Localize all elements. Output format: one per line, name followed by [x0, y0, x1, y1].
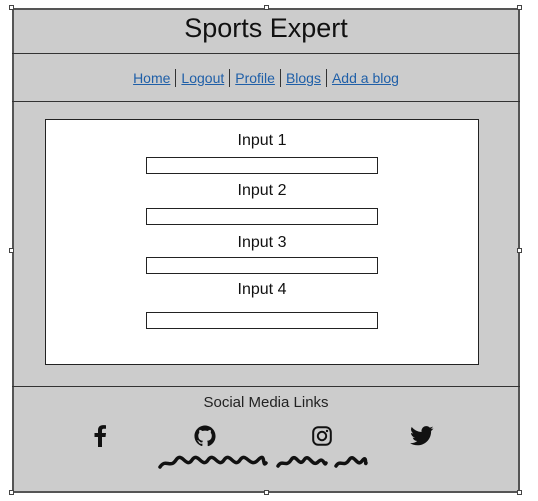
input-2-label: Input 2 [237, 182, 287, 199]
page-title: Sports Expert [184, 13, 348, 43]
input-4-label: Input 4 [237, 281, 287, 298]
github-icon[interactable] [191, 423, 219, 449]
header-divider [12, 53, 520, 54]
nav-bar: Home Logout Profile Blogs Add a blog [12, 69, 520, 87]
form-panel: Input 1 Input 2 Input 3 Input 4 [45, 119, 479, 365]
input-3-field[interactable] [146, 257, 378, 274]
nav-link-add-blog[interactable]: Add a blog [327, 70, 404, 86]
nav-link-profile[interactable]: Profile [230, 70, 280, 86]
instagram-icon[interactable] [308, 423, 336, 449]
nav-link-blogs[interactable]: Blogs [281, 70, 326, 86]
resize-handle-bottom-left[interactable] [9, 490, 14, 495]
input-1-field[interactable] [146, 157, 378, 174]
footer-divider [12, 386, 520, 387]
nav-divider [12, 101, 520, 102]
facebook-icon[interactable] [86, 423, 114, 449]
resize-handle-middle-right[interactable] [517, 248, 522, 253]
twitter-icon[interactable] [408, 423, 436, 449]
input-3-label: Input 3 [237, 234, 287, 251]
input-2-field[interactable] [146, 208, 378, 225]
resize-handle-bottom-center[interactable] [264, 490, 269, 495]
resize-handle-middle-left[interactable] [9, 248, 14, 253]
input-1-label: Input 1 [237, 132, 287, 149]
input-4-field[interactable] [146, 312, 378, 329]
resize-handle-bottom-right[interactable] [517, 490, 522, 495]
nav-link-home[interactable]: Home [128, 70, 175, 86]
footer-title: Social Media Links [203, 394, 329, 411]
copyright-scribble [158, 455, 368, 469]
nav-link-logout[interactable]: Logout [176, 70, 229, 86]
